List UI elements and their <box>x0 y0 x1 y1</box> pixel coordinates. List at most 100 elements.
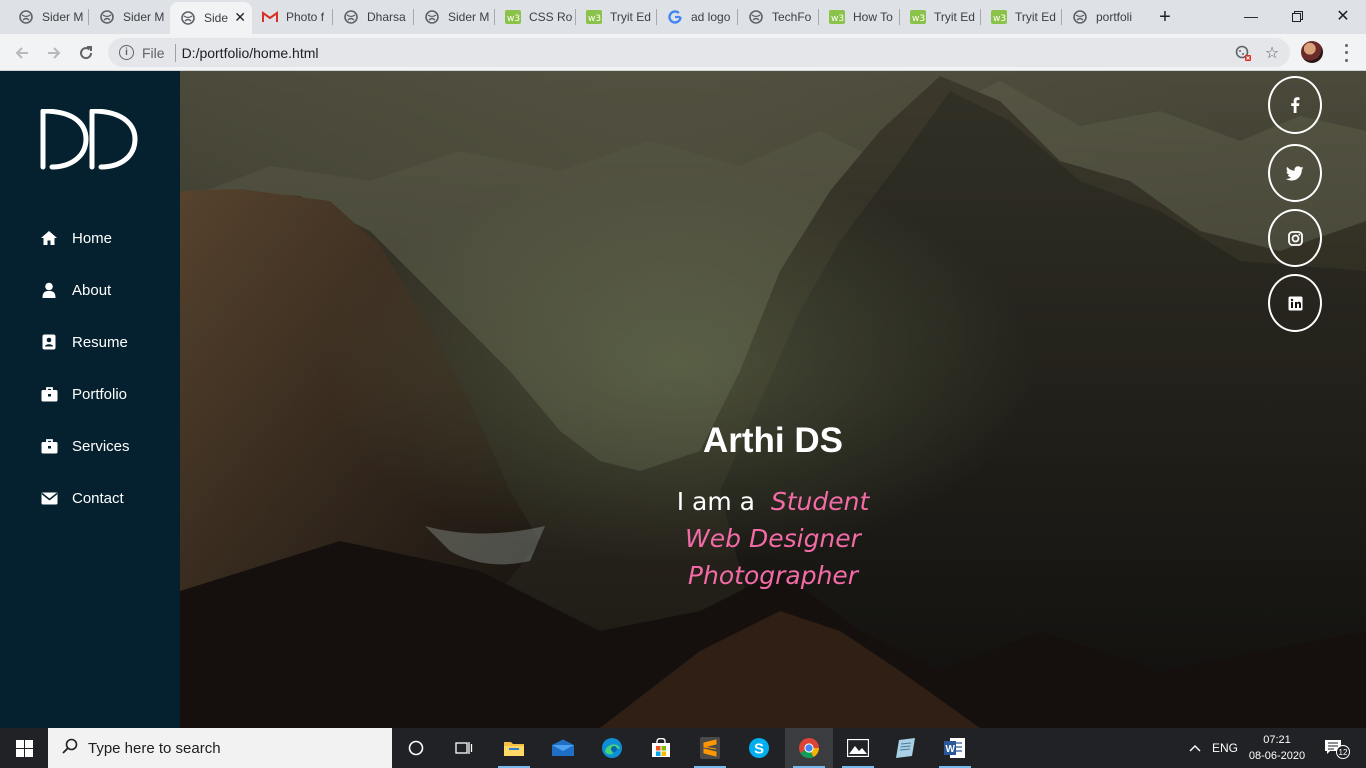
chrome-icon <box>799 738 820 759</box>
nav-item-services[interactable]: Services <box>40 434 130 458</box>
show-hidden-icons-button[interactable] <box>1186 728 1204 768</box>
browser-tab[interactable]: TechFo <box>738 4 818 30</box>
tab-title: Sider M <box>123 10 165 24</box>
sublime-text-icon <box>700 737 720 759</box>
menu-kebab-icon[interactable] <box>1338 42 1354 64</box>
tab-title: Photo f <box>286 10 325 24</box>
twitter-icon <box>1286 165 1304 180</box>
globe-icon <box>748 9 764 25</box>
tab-title: CSS Ro <box>529 10 573 24</box>
facebook-link[interactable] <box>1268 76 1322 134</box>
hero-tagline: I am a Student Web Designer Photographer <box>180 483 1366 594</box>
close-tab-icon[interactable]: ✕ <box>234 9 246 26</box>
browser-tab[interactable]: Sider M <box>89 4 169 30</box>
address-bar[interactable]: i File D:/portfolio/home.html ☆ <box>108 38 1290 67</box>
back-button[interactable] <box>9 40 35 66</box>
browser-tab[interactable]: Dharsa <box>333 4 413 30</box>
browser-tab-active[interactable]: Side ✕ <box>170 2 252 34</box>
edge-icon <box>602 738 622 758</box>
nav-item-home[interactable]: Home <box>40 226 112 250</box>
start-button[interactable] <box>0 728 48 768</box>
tab-title: Sider M <box>42 10 84 24</box>
taskbar-search-box[interactable]: Type here to search <box>48 728 392 768</box>
notification-count-badge: 12 <box>1336 745 1350 759</box>
restore-button[interactable] <box>1274 0 1320 32</box>
action-center-button[interactable]: 12 <box>1320 728 1350 768</box>
w3schools-icon: w3 <box>829 9 845 25</box>
linkedin-icon <box>1288 296 1302 310</box>
browser-tab[interactable]: Photo f <box>252 4 332 30</box>
nav-item-contact[interactable]: Contact <box>40 486 124 510</box>
search-placeholder: Type here to search <box>88 739 221 757</box>
store-icon <box>652 738 670 757</box>
w3schools-icon: w3 <box>586 9 602 25</box>
globe-icon <box>18 9 34 25</box>
browser-tab[interactable]: Sider M <box>8 4 88 30</box>
tab-title: Dharsa <box>367 10 406 24</box>
reload-button[interactable] <box>73 40 99 66</box>
taskbar-clock[interactable]: 07:21 08-06-2020 <box>1244 728 1310 768</box>
portfolio-page: Home About Resume Portfolio Services Con… <box>0 71 1366 728</box>
tab-title: Sider M <box>448 10 490 24</box>
browser-tab[interactable]: w3 Tryit Ed <box>981 4 1061 30</box>
task-view-button[interactable] <box>440 728 488 768</box>
info-icon[interactable]: i <box>119 45 134 60</box>
url-text[interactable]: D:/portfolio/home.html <box>182 45 319 61</box>
arrow-left-icon <box>15 47 28 59</box>
photos-taskbar-icon[interactable] <box>834 728 882 768</box>
browser-tab[interactable]: w3 Tryit Ed <box>900 4 980 30</box>
svg-text:w3: w3 <box>507 14 520 24</box>
browser-toolbar: i File D:/portfolio/home.html ☆ <box>0 34 1366 71</box>
chrome-taskbar-icon[interactable] <box>785 728 833 768</box>
new-tab-button[interactable]: + <box>1151 4 1179 30</box>
browser-tab[interactable]: ad logo <box>657 4 737 30</box>
globe-icon <box>180 10 196 26</box>
svg-text:w3: w3 <box>588 14 601 24</box>
instagram-icon <box>1287 230 1303 246</box>
nav-item-portfolio[interactable]: Portfolio <box>40 382 127 406</box>
browser-tab[interactable]: portfoli <box>1062 4 1142 30</box>
browser-tab[interactable]: Sider M <box>414 4 494 30</box>
blocked-cookies-icon[interactable] <box>1231 38 1255 67</box>
store-taskbar-icon[interactable] <box>637 728 685 768</box>
browser-tab[interactable]: w3 Tryit Ed <box>576 4 656 30</box>
globe-icon <box>1072 9 1088 25</box>
browser-tab[interactable]: w3 CSS Ro <box>495 4 575 30</box>
mail-taskbar-icon[interactable] <box>539 728 587 768</box>
forward-button[interactable] <box>41 40 67 66</box>
windows-taskbar: Type here to search S W ENG 07:21 08-06-… <box>0 728 1366 768</box>
profile-avatar[interactable] <box>1301 41 1323 63</box>
bookmark-star-icon[interactable]: ☆ <box>1260 38 1284 67</box>
instagram-link[interactable] <box>1268 209 1322 267</box>
clock-date: 08-06-2020 <box>1248 750 1306 762</box>
word-icon: W <box>944 738 965 758</box>
notepad-icon <box>896 738 915 758</box>
minimize-button[interactable]: — <box>1228 0 1274 32</box>
task-view-icon <box>455 742 473 754</box>
sublime-text-taskbar-icon[interactable] <box>686 728 734 768</box>
hero-role: Photographer <box>687 561 859 590</box>
hero-name: Arthi DS <box>703 421 843 460</box>
mail-icon <box>552 739 574 756</box>
w3schools-icon: w3 <box>991 9 1007 25</box>
site-logo[interactable] <box>40 108 140 171</box>
word-taskbar-icon[interactable]: W <box>931 728 979 768</box>
browser-tab[interactable]: w3 How To <box>819 4 899 30</box>
nav-label: Portfolio <box>72 385 128 403</box>
google-icon <box>667 9 683 25</box>
nav-label: Contact <box>72 489 124 507</box>
nav-item-resume[interactable]: Resume <box>40 330 128 354</box>
notepad-taskbar-icon[interactable] <box>882 728 930 768</box>
linkedin-link[interactable] <box>1268 274 1322 332</box>
edge-taskbar-icon[interactable] <box>588 728 636 768</box>
skype-taskbar-icon[interactable]: S <box>735 728 783 768</box>
hero-intro: I am a <box>676 487 755 516</box>
twitter-link[interactable] <box>1268 144 1322 202</box>
arrow-right-icon <box>48 47 61 59</box>
input-language[interactable]: ENG <box>1211 728 1239 768</box>
cortana-button[interactable] <box>392 728 440 768</box>
file-explorer-taskbar-icon[interactable] <box>490 728 538 768</box>
nav-item-about[interactable]: About <box>40 278 111 302</box>
close-window-button[interactable]: ✕ <box>1320 0 1366 32</box>
envelope-icon <box>40 489 58 507</box>
